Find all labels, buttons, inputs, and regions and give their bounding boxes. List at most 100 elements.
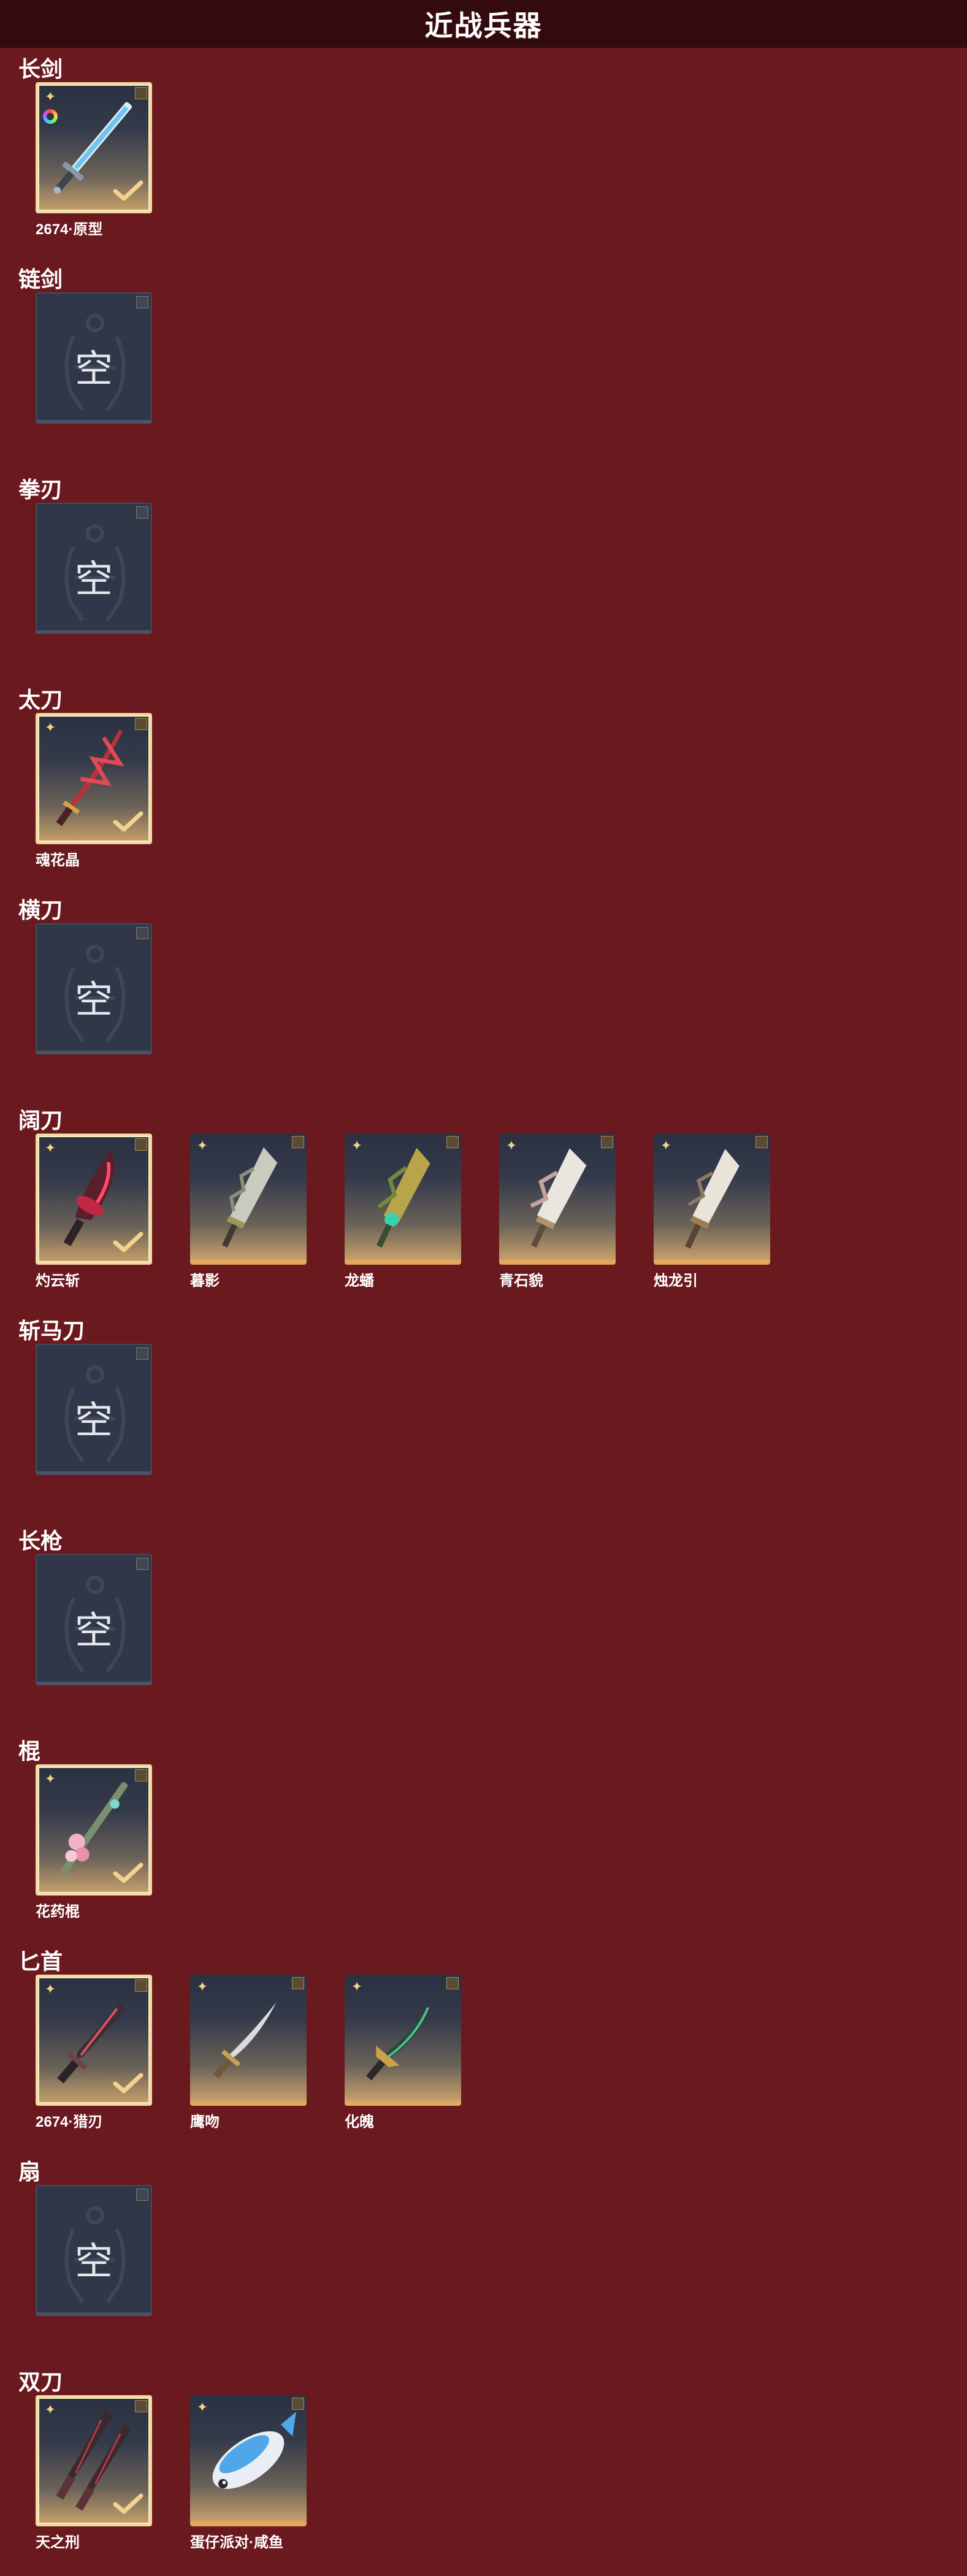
category-title: 太刀 [18,687,63,712]
equipped-check-icon [113,2073,143,2095]
weapon-category: 双刀 ✦ 天之刑 ✦ 蛋仔派对·咸鱼 [0,2361,967,2571]
weapon-card[interactable]: ✦ [345,1134,461,1265]
empty-slot-label: 空 [74,977,113,1022]
category-title: 匕首 [18,1949,63,1974]
corner-tag-icon [135,1138,147,1151]
rarity-star-icon: ✦ [351,1979,363,1994]
corner-tag-icon [135,1980,147,1992]
weapon-slot[interactable]: ✦ 灼云斩 [36,1134,156,1290]
empty-weapon-slot[interactable]: 空 [36,503,156,634]
weapon-slot[interactable]: ✦ 青石貌 [499,1134,619,1290]
weapon-slot[interactable]: ✦ 龙蟠 [345,1134,465,1290]
rarity-star-icon: ✦ [196,1979,208,1994]
weapon-card[interactable]: ✦ [36,82,152,213]
weapon-slot[interactable]: ✦ 化魄 [345,1975,465,2131]
weapon-name: 花药棍 [36,1903,80,1920]
weapon-card[interactable]: ✦ [36,713,152,844]
rarity-star-icon: ✦ [44,89,56,104]
category-title: 横刀 [18,897,63,923]
empty-slot-card[interactable]: 空 [36,503,152,634]
weapon-slot[interactable]: ✦ 魂花晶 [36,713,156,869]
equipped-check-icon [113,811,143,833]
category-title: 拳刃 [18,477,63,502]
category-title: 长枪 [18,1528,63,1553]
corner-tag-icon [136,2189,148,2201]
empty-weapon-slot[interactable]: 空 [36,2185,156,2316]
rarity-star-icon: ✦ [351,1138,363,1153]
empty-weapon-slot[interactable]: 空 [36,1554,156,1685]
rarity-star-icon: ✦ [196,2399,208,2415]
weapon-category: 长枪空 [0,1520,967,1730]
weapon-slot[interactable]: ✦ 烛龙引 [654,1134,774,1290]
category-title: 双刀 [18,2369,63,2395]
corner-tag-icon [755,1136,768,1148]
empty-weapon-slot[interactable]: 空 [36,1344,156,1475]
rarity-star-icon: ✦ [44,1771,56,1786]
corner-tag-icon [292,1136,304,1148]
rarity-star-icon: ✦ [44,1981,56,1997]
rarity-star-icon: ✦ [44,1140,56,1156]
rarity-star-icon: ✦ [44,720,56,735]
weapon-category: 阔刀 ✦ 灼云斩 ✦ 暮影 ✦ 龙蟠 ✦ 青石貌 ✦ 烛龙引 [0,1099,967,1309]
empty-slot-label: 空 [74,346,113,391]
weapon-slot[interactable]: ✦ 花药棍 [36,1764,156,1921]
weapon-slot[interactable]: ✦ 鹰吻 [190,1975,310,2131]
weapon-category: 横刀空 [0,889,967,1099]
page-header: 近战兵器 [0,0,967,48]
category-title: 斩马刀 [18,1318,85,1343]
category-title: 长剑 [18,56,63,82]
corner-tag-icon [136,296,148,308]
corner-tag-icon [601,1136,613,1148]
weapon-name: 暮影 [190,1273,220,1289]
weapon-name: 蛋仔派对·咸鱼 [190,2534,283,2551]
weapon-card[interactable]: ✦ [36,1134,152,1265]
weapon-slot[interactable]: ✦ 2674·猎刃 [36,1975,156,2131]
weapon-name: 2674·原型 [36,221,103,238]
weapon-name: 灼云斩 [36,1273,80,1289]
category-title: 阔刀 [18,1108,63,1133]
empty-slot-label: 空 [74,1608,113,1653]
weapon-category: 拳刃空 [0,468,967,679]
category-title: 扇 [18,2159,41,2184]
weapon-card[interactable]: ✦ [190,1975,307,2106]
weapon-category: 链剑空 [0,258,967,468]
corner-tag-icon [135,1769,147,1781]
weapon-card[interactable]: ✦ [499,1134,616,1265]
category-title: 链剑 [18,267,63,292]
corner-tag-icon [292,2398,304,2410]
weapon-name: 化魄 [345,2114,374,2130]
weapon-category: 扇空 [0,2151,967,2361]
corner-tag-icon [292,1977,304,1989]
empty-slot-card[interactable]: 空 [36,1344,152,1475]
weapon-card[interactable]: ✦ [190,1134,307,1265]
corner-tag-icon [446,1136,459,1148]
weapon-card[interactable]: ✦ [345,1975,461,2106]
weapon-category: 长剑 ✦ 2674·原型 [0,48,967,258]
empty-slot-card[interactable]: 空 [36,1554,152,1685]
corner-tag-icon [446,1977,459,1989]
weapon-card[interactable]: ✦ [36,1975,152,2106]
empty-weapon-slot[interactable]: 空 [36,923,156,1054]
empty-weapon-slot[interactable]: 空 [36,292,156,424]
empty-slot-label: 空 [74,2239,113,2284]
empty-slot-card[interactable]: 空 [36,2185,152,2316]
empty-slot-card[interactable]: 空 [36,292,152,424]
weapon-category: 匕首 ✦ 2674·猎刃 ✦ 鹰吻 ✦ 化魄 [0,1940,967,2151]
weapon-slot[interactable]: ✦ 2674·原型 [36,82,156,238]
rainbow-ring-icon [43,109,58,124]
weapon-slot[interactable]: ✦ 天之刑 [36,2395,156,2551]
weapon-category: 棍 ✦ 花药棍 [0,1730,967,1940]
weapon-slot[interactable]: ✦ 蛋仔派对·咸鱼 [190,2395,310,2551]
weapon-card[interactable]: ✦ [654,1134,770,1265]
weapon-card[interactable]: ✦ [190,2395,307,2526]
category-title: 棍 [18,1739,41,1764]
weapon-card[interactable]: ✦ [36,1764,152,1896]
weapon-card[interactable]: ✦ [36,2395,152,2526]
corner-tag-icon [135,718,147,730]
rarity-star-icon: ✦ [196,1138,208,1153]
page-title: 近战兵器 [424,10,543,42]
empty-slot-card[interactable]: 空 [36,923,152,1054]
empty-slot-label: 空 [74,557,113,601]
corner-tag-icon [135,2400,147,2412]
weapon-slot[interactable]: ✦ 暮影 [190,1134,310,1290]
